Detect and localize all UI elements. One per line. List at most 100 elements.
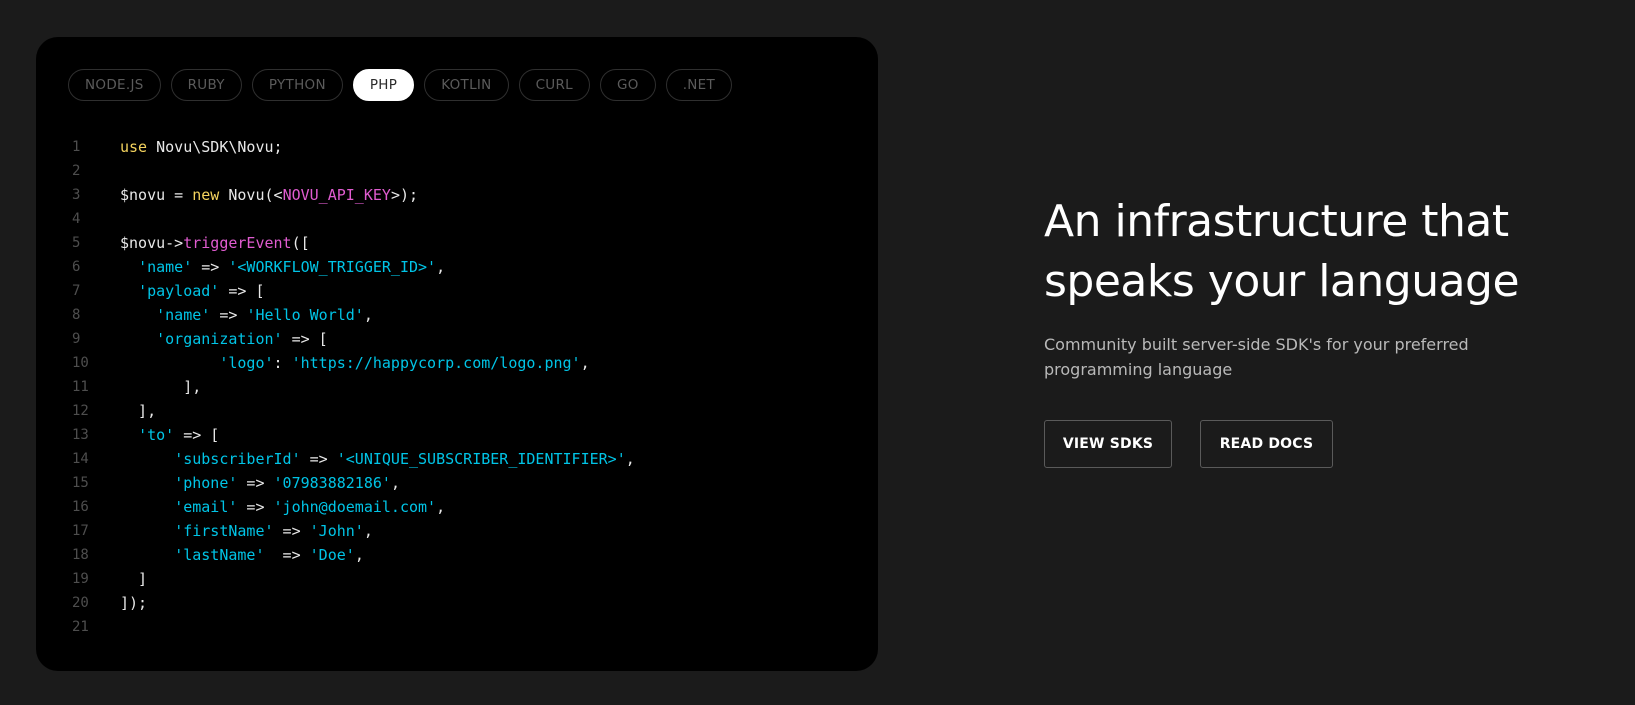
- code-token: ([: [291, 234, 310, 252]
- language-tabs: NODE.JS RUBY PYTHON PHP KOTLIN CURL GO .NET: [68, 69, 733, 101]
- code-token: '<WORKFLOW_TRIGGER_ID>': [228, 258, 437, 276]
- code-token: $novu: [120, 234, 166, 252]
- tab-kotlin[interactable]: KOTLIN: [424, 69, 509, 101]
- tab-nodejs[interactable]: NODE.JS: [68, 69, 161, 101]
- code-line: 19 ]: [36, 567, 878, 591]
- line-number: 7: [72, 283, 81, 299]
- code-token: =>: [192, 258, 229, 276]
- tab-php[interactable]: PHP: [352, 69, 415, 101]
- code-token: ]);: [120, 594, 148, 612]
- line-code: 'logo': 'https://happycorp.com/logo.png'…: [120, 351, 590, 375]
- line-code: 'name' => 'Hello World',: [120, 303, 373, 327]
- hero-section: An infrastructure that speaks your langu…: [1044, 192, 1564, 468]
- line-number: 15: [72, 475, 89, 491]
- line-number: 3: [72, 187, 81, 203]
- line-number: 18: [72, 547, 89, 563]
- tab-go[interactable]: GO: [600, 69, 656, 101]
- code-token: 'john@doemail.com': [273, 498, 437, 516]
- code-token: Novu(<: [219, 186, 283, 204]
- line-number: 4: [72, 211, 81, 227]
- line-number: 6: [72, 259, 81, 275]
- code-token: => [: [282, 330, 328, 348]
- code-token: new: [192, 186, 220, 204]
- code-line: 2: [36, 159, 878, 183]
- code-line: 11 ],: [36, 375, 878, 399]
- line-code: ]: [120, 567, 147, 591]
- code-token: => [: [174, 426, 220, 444]
- line-code: 'organization' => [: [120, 327, 328, 351]
- code-line: 5 $novu->triggerEvent([: [36, 231, 878, 255]
- line-code: ]);: [120, 591, 147, 615]
- line-code: $novu = new Novu(<NOVU_API_KEY>);: [120, 183, 418, 207]
- code-token: =>: [273, 522, 310, 540]
- code-token: use: [120, 138, 148, 156]
- line-code: 'name' => '<WORKFLOW_TRIGGER_ID>',: [120, 255, 445, 279]
- line-number: 2: [72, 163, 81, 179]
- line-number: 10: [72, 355, 89, 371]
- code-line: 9 'organization' => [: [36, 327, 878, 351]
- code-token: =: [165, 186, 193, 204]
- line-code: 'subscriberId' => '<UNIQUE_SUBSCRIBER_ID…: [120, 447, 635, 471]
- view-sdks-button[interactable]: VIEW SDKS: [1044, 420, 1172, 468]
- line-code: ],: [120, 399, 156, 423]
- code-token: '<UNIQUE_SUBSCRIBER_IDENTIFIER>': [336, 450, 626, 468]
- code-token: => [: [219, 282, 265, 300]
- code-line: 13 'to' => [: [36, 423, 878, 447]
- code-token: triggerEvent: [183, 234, 292, 252]
- code-block: 1 use Novu\SDK\Novu; 2 3 $novu = new Novu(<N…: [36, 135, 878, 639]
- code-token: ],: [120, 402, 157, 420]
- line-number: 5: [72, 235, 81, 251]
- code-token: =>: [237, 474, 274, 492]
- line-number: 8: [72, 307, 81, 323]
- code-line: 21: [36, 615, 878, 639]
- code-line: 7 'payload' => [: [36, 279, 878, 303]
- code-line: 4: [36, 207, 878, 231]
- hero-subtitle: Community built server-side SDK's for yo…: [1044, 335, 1469, 379]
- code-line: 6 'name' => '<WORKFLOW_TRIGGER_ID>',: [36, 255, 878, 279]
- code-token: ],: [120, 378, 202, 396]
- line-number: 1: [72, 139, 81, 155]
- code-token: ]: [120, 570, 148, 588]
- code-line: 18 'lastName' => 'Doe',: [36, 543, 878, 567]
- code-token: ,: [580, 354, 590, 372]
- line-number: 21: [72, 619, 89, 635]
- code-token: ,: [436, 498, 446, 516]
- page: NODE.JS RUBY PYTHON PHP KOTLIN CURL GO .NET 1 us…: [0, 0, 1635, 705]
- code-line: 16 'email' => 'john@doemail.com',: [36, 495, 878, 519]
- tab-curl[interactable]: CURL: [518, 69, 590, 101]
- read-docs-button[interactable]: READ DOCS: [1200, 420, 1333, 468]
- line-number: 16: [72, 499, 89, 515]
- line-number: 9: [72, 331, 81, 347]
- code-token: =>: [237, 498, 274, 516]
- code-token: 'name': [156, 306, 211, 324]
- code-line: 3 $novu = new Novu(<NOVU_API_KEY>);: [36, 183, 878, 207]
- tab-net[interactable]: .NET: [665, 69, 733, 101]
- code-token: ,: [354, 546, 364, 564]
- code-token: Novu\SDK\Novu;: [147, 138, 283, 156]
- code-token: ,: [363, 522, 373, 540]
- line-number: 12: [72, 403, 89, 419]
- code-token: :: [273, 354, 292, 372]
- code-line: 17 'firstName' => 'John',: [36, 519, 878, 543]
- tab-ruby[interactable]: RUBY: [170, 69, 242, 101]
- code-line: 8 'name' => 'Hello World',: [36, 303, 878, 327]
- code-token: ->: [165, 234, 184, 252]
- code-token: 'phone': [174, 474, 238, 492]
- code-token: 'https://happycorp.com/logo.png': [291, 354, 581, 372]
- code-token: =>: [264, 546, 310, 564]
- line-number: 17: [72, 523, 89, 539]
- code-line: 12 ],: [36, 399, 878, 423]
- code-token: =>: [210, 306, 247, 324]
- tab-python[interactable]: PYTHON: [251, 69, 343, 101]
- line-code: ],: [120, 375, 201, 399]
- line-number: 20: [72, 595, 89, 611]
